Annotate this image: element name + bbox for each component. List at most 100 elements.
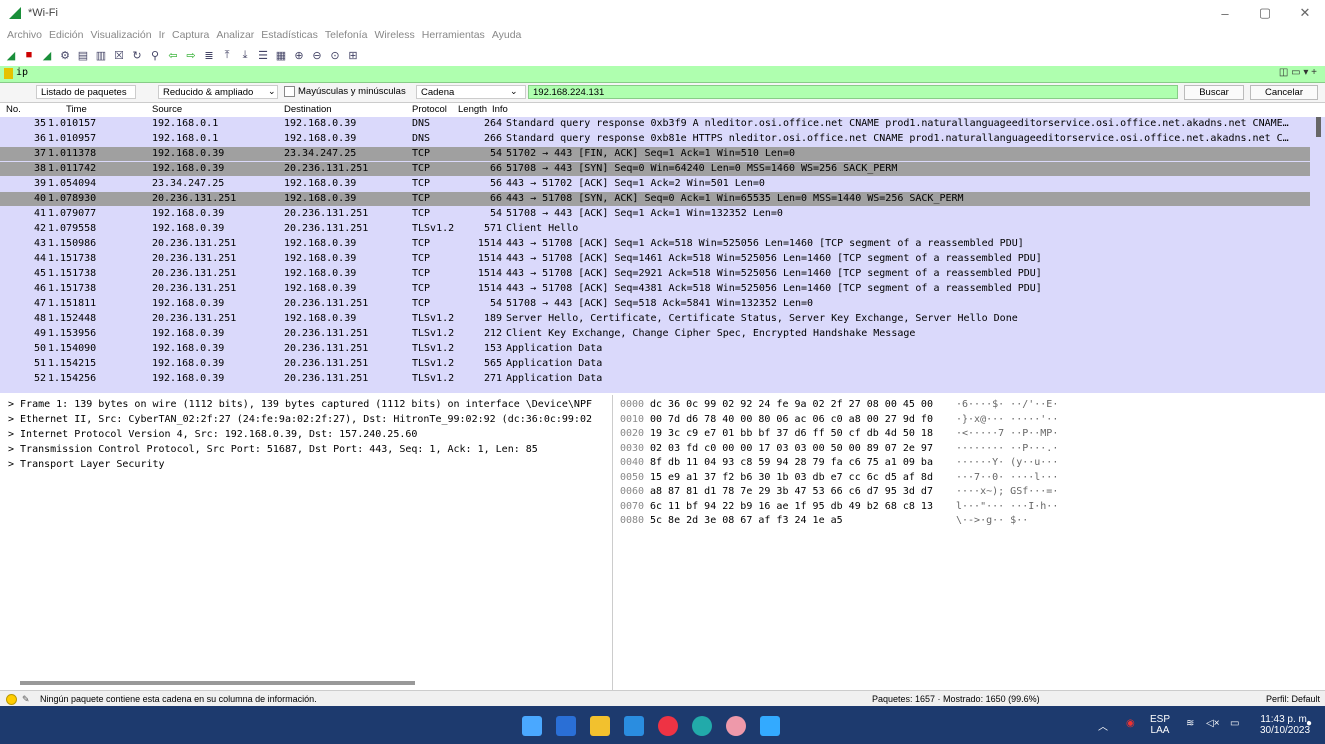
clock[interactable]: 11:43 p. m. 30/10/2023 — [1260, 714, 1310, 736]
expert-info-icon[interactable] — [6, 694, 17, 705]
column-info[interactable]: Info — [492, 104, 508, 115]
column-length[interactable]: Length — [458, 104, 487, 115]
goto-packet-icon[interactable]: ≣ — [202, 48, 216, 62]
hex-line[interactable]: 0050 15 e9 a1 37 f2 b6 30 1b 03 db e7 cc … — [614, 472, 1314, 486]
packet-row[interactable]: 51 1.154215 192.168.0.39 20.236.131.251 TLSv… — [0, 357, 1310, 371]
packet-row[interactable]: 44 1.151738 20.236.131.251 192.168.0.39 TCP 1… — [0, 252, 1310, 266]
column-no[interactable]: No. — [6, 104, 21, 115]
comment-icon[interactable]: ✎ — [22, 694, 30, 705]
display-filter-input[interactable]: ip — [16, 67, 28, 78]
packet-row[interactable]: 38 1.011742 192.168.0.39 20.236.131.251 TCP 6… — [0, 162, 1310, 176]
minimize-button[interactable]: – — [1205, 0, 1245, 26]
hex-line[interactable]: 0040 8f db 11 04 93 c8 59 94 28 79 fa c6 … — [614, 457, 1314, 471]
notification-icon[interactable]: ● — [1306, 718, 1312, 729]
back-icon[interactable]: ⇦ — [166, 48, 180, 62]
wireshark-taskbar-icon[interactable] — [760, 716, 780, 736]
menu-herramientas[interactable]: Herramientas — [422, 29, 485, 41]
packet-row[interactable]: 48 1.152448 20.236.131.251 192.168.0.39 TLSv… — [0, 312, 1310, 326]
menu-edicion[interactable]: Edición — [49, 29, 83, 41]
detail-tls[interactable]: > Transport Layer Security — [8, 459, 165, 470]
menu-ir[interactable]: Ir — [159, 29, 165, 41]
resize-columns-icon[interactable]: ⊞ — [346, 48, 360, 62]
packet-row[interactable]: 35 1.010157 192.168.0.1 192.168.0.39 DNS 264 S… — [0, 117, 1310, 131]
menu-ayuda[interactable]: Ayuda — [492, 29, 522, 41]
first-packet-icon[interactable]: ⤒ — [220, 48, 234, 62]
menu-telefonia[interactable]: Telefonía — [325, 29, 368, 41]
file-explorer-icon[interactable] — [590, 716, 610, 736]
column-protocol[interactable]: Protocol — [412, 104, 447, 115]
maximize-button[interactable]: ▢ — [1245, 0, 1285, 26]
column-time[interactable]: Time — [66, 104, 87, 115]
display-filter-bar[interactable]: ip ◫ ▭ ▾ + — [0, 66, 1325, 83]
shark-fin-icon[interactable]: ◢ — [4, 48, 18, 62]
packet-list-scrollbar[interactable] — [1316, 117, 1321, 137]
forward-icon[interactable]: ⇨ — [184, 48, 198, 62]
volume-icon[interactable]: ◁× — [1206, 718, 1220, 729]
save-file-icon[interactable]: ▥ — [94, 48, 108, 62]
find-icon[interactable]: ⚲ — [148, 48, 162, 62]
hex-line[interactable]: 0070 6c 11 bf 94 22 b9 16 ae 1f 95 db 49 … — [614, 501, 1314, 515]
language-indicator[interactable]: ESP LAA — [1150, 714, 1170, 736]
hex-line[interactable]: 0000 dc 36 0c 99 02 92 24 fe 9a 02 2f 27 … — [614, 399, 1314, 413]
packet-row[interactable]: 46 1.151738 20.236.131.251 192.168.0.39 TCP 1… — [0, 282, 1310, 296]
hex-line[interactable]: 0010 00 7d d6 78 40 00 80 06 ac 06 c0 a8 … — [614, 414, 1314, 428]
hex-line[interactable]: 0060 a8 87 81 d1 78 7e 29 3b 47 53 66 c6 … — [614, 486, 1314, 500]
hex-line[interactable]: 0020 19 3c c9 e7 01 bb bf 37 d6 ff 50 cf … — [614, 428, 1314, 442]
colorize-icon[interactable]: ▦ — [274, 48, 288, 62]
filter-controls[interactable]: ◫ ▭ ▾ + — [1279, 67, 1317, 78]
case-sensitive-checkbox[interactable] — [284, 86, 295, 97]
cancel-button[interactable]: Cancelar — [1250, 85, 1318, 100]
search-scope-select[interactable]: Listado de paquetes ⌄ — [36, 85, 136, 112]
security-icon[interactable]: ◉ — [1126, 718, 1135, 729]
hex-line[interactable]: 0030 02 03 fd c0 00 00 17 03 03 00 50 00 … — [614, 443, 1314, 457]
reload-icon[interactable]: ↻ — [130, 48, 144, 62]
packet-row[interactable]: 52 1.154256 192.168.0.39 20.236.131.251 TLSv… — [0, 372, 1310, 386]
open-file-icon[interactable]: ▤ — [76, 48, 90, 62]
vscode-icon[interactable] — [624, 716, 644, 736]
detail-frame[interactable]: > Frame 1: 139 bytes on wire (1112 bits)… — [8, 399, 592, 410]
packet-row[interactable]: 47 1.151811 192.168.0.39 20.236.131.251 TCP 5… — [0, 297, 1310, 311]
detail-ethernet[interactable]: > Ethernet II, Src: CyberTAN_02:2f:27 (2… — [8, 414, 592, 425]
find-button[interactable]: Buscar — [1184, 85, 1244, 100]
profile-label[interactable]: Perfil: Default — [1266, 694, 1320, 704]
restart-icon[interactable]: ◢ — [40, 48, 54, 62]
edge-icon[interactable] — [692, 716, 712, 736]
menu-captura[interactable]: Captura — [172, 29, 209, 41]
search-input[interactable]: 192.168.224.131 — [528, 85, 1178, 99]
last-packet-icon[interactable]: ⤓ — [238, 48, 252, 62]
zoom-in-icon[interactable]: ⊕ — [292, 48, 306, 62]
detail-ip[interactable]: > Internet Protocol Version 4, Src: 192.… — [8, 429, 417, 440]
search-mode-select[interactable]: Reducido & ampliado — [158, 85, 278, 99]
bookmark-icon[interactable] — [4, 68, 13, 79]
packet-row[interactable]: 36 1.010957 192.168.0.1 192.168.0.39 DNS 266 S… — [0, 132, 1310, 146]
opera-icon[interactable] — [658, 716, 678, 736]
windows-start-icon[interactable] — [522, 716, 542, 736]
packet-row[interactable]: 41 1.079077 192.168.0.39 20.236.131.251 TCP 5… — [0, 207, 1310, 221]
column-destination[interactable]: Destination — [284, 104, 332, 115]
chrome-icon[interactable] — [726, 716, 746, 736]
menu-analizar[interactable]: Analizar — [216, 29, 254, 41]
close-file-icon[interactable]: ☒ — [112, 48, 126, 62]
options-gear-icon[interactable]: ⚙ — [58, 48, 72, 62]
zoom-reset-icon[interactable]: ⊙ — [328, 48, 342, 62]
details-horizontal-scrollbar[interactable] — [20, 681, 415, 685]
menu-archivo[interactable]: Archivo — [7, 29, 42, 41]
hex-line[interactable]: 0080 5c 8e 2d 3e 08 67 af f3 24 1e a5 \·->… — [614, 515, 1314, 529]
packet-row[interactable]: 40 1.078930 20.236.131.251 192.168.0.39 TCP 6… — [0, 192, 1310, 206]
packet-row[interactable]: 50 1.154090 192.168.0.39 20.236.131.251 TLSv… — [0, 342, 1310, 356]
zoom-out-icon[interactable]: ⊖ — [310, 48, 324, 62]
tray-chevron-icon[interactable]: ︿ — [1098, 718, 1108, 733]
column-source[interactable]: Source — [152, 104, 182, 115]
menu-visualizacion[interactable]: Visualización — [90, 29, 151, 41]
teams-icon[interactable] — [556, 716, 576, 736]
battery-icon[interactable]: ▭ — [1230, 718, 1239, 729]
packet-row[interactable]: 39 1.054094 23.34.247.25 192.168.0.39 TCP 56 4… — [0, 177, 1310, 191]
close-button[interactable]: ✕ — [1285, 0, 1325, 26]
stop-icon[interactable]: ■ — [22, 48, 36, 62]
menu-wireless[interactable]: Wireless — [375, 29, 415, 41]
detail-tcp[interactable]: > Transmission Control Protocol, Src Por… — [8, 444, 538, 455]
wifi-icon[interactable]: ≋ — [1186, 718, 1194, 729]
autoscroll-icon[interactable]: ☰ — [256, 48, 270, 62]
packet-row[interactable]: 49 1.153956 192.168.0.39 20.236.131.251 TLSv… — [0, 327, 1310, 341]
menu-estadisticas[interactable]: Estadísticas — [261, 29, 318, 41]
